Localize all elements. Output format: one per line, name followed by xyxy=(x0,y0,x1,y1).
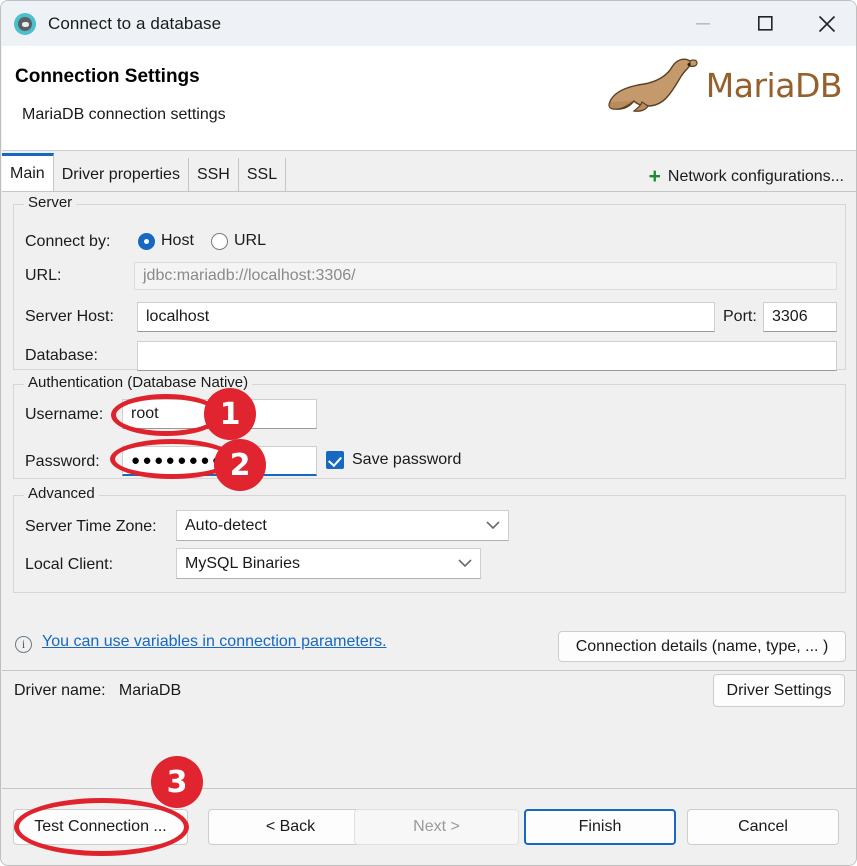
footer-button-bar: Test Connection ... < Back Next > Finish… xyxy=(2,789,856,865)
back-label: < Back xyxy=(265,818,316,835)
chevron-down-icon xyxy=(486,518,500,533)
save-password-label: Save password xyxy=(352,451,462,468)
next-button: Next > xyxy=(354,809,519,845)
tab-ssh-label: SSH xyxy=(196,165,230,183)
server-host-input[interactable]: localhost xyxy=(137,302,715,332)
minimize-icon[interactable] xyxy=(672,1,734,46)
chevron-down-icon-2 xyxy=(458,556,472,571)
tab-ssl[interactable]: SSL xyxy=(238,158,287,191)
connect-to-database-dialog: Connect to a database Connection Setting… xyxy=(0,0,857,866)
info-icon: i xyxy=(15,636,32,653)
database-input[interactable] xyxy=(137,341,837,371)
connection-details-label: Connection details (name, type, ... ) xyxy=(575,637,829,655)
advanced-group: Advanced Server Time Zone: Auto-detect L… xyxy=(13,485,846,593)
tab-driver-properties-label: Driver properties xyxy=(61,165,180,183)
database-label: Database: xyxy=(25,347,98,364)
connect-by-label: Connect by: xyxy=(25,233,111,250)
window-title: Connect to a database xyxy=(48,13,222,33)
local-client-value: MySQL Binaries xyxy=(185,554,300,572)
mariadb-logo-text: MariaDB xyxy=(705,65,843,105)
annotation-badge-3: 3 xyxy=(151,756,203,808)
driver-name-label: Driver name: xyxy=(14,682,106,699)
advanced-group-legend: Advanced xyxy=(24,485,99,502)
dbeaver-beaver-icon xyxy=(14,12,36,35)
server-group-legend: Server xyxy=(24,194,77,211)
tab-ssh[interactable]: SSH xyxy=(188,158,239,191)
port-value: 3306 xyxy=(772,308,808,325)
local-client-select[interactable]: MySQL Binaries xyxy=(176,548,481,579)
network-configurations-link[interactable]: + Network configurations... xyxy=(649,166,844,191)
driver-settings-label: Driver Settings xyxy=(726,681,832,699)
main-tab-content: Server Connect by: Host URL URL: jdbc:ma… xyxy=(2,191,856,675)
server-time-zone-value: Auto-detect xyxy=(185,516,267,534)
port-input[interactable]: 3306 xyxy=(763,302,837,332)
password-label: Password: xyxy=(25,453,100,470)
server-time-zone-label: Server Time Zone: xyxy=(25,518,157,535)
annotation-badge-1-number: 1 xyxy=(219,396,241,432)
tab-main[interactable]: Main xyxy=(2,153,54,191)
local-client-label: Local Client: xyxy=(25,556,114,573)
variables-info-row: i You can use variables in connection pa… xyxy=(2,621,856,671)
dialog-header: Connection Settings MariaDB connection s… xyxy=(2,46,856,151)
tab-ssl-label: SSL xyxy=(246,165,278,183)
username-value: root xyxy=(131,405,159,422)
url-value: jdbc:mariadb://localhost:3306/ xyxy=(143,267,356,284)
tab-main-label: Main xyxy=(10,164,45,182)
window-controls xyxy=(672,1,856,46)
variables-link[interactable]: You can use variables in connection para… xyxy=(42,633,387,651)
server-time-zone-select[interactable]: Auto-detect xyxy=(176,510,509,541)
url-label: URL: xyxy=(25,267,62,284)
password-value: ●●●●●●●● xyxy=(131,452,224,469)
cancel-label: Cancel xyxy=(738,818,788,835)
tab-bar: Main Driver properties SSH SSL + Network… xyxy=(2,153,856,191)
driver-settings-button[interactable]: Driver Settings xyxy=(713,674,845,707)
server-group: Server Connect by: Host URL URL: jdbc:ma… xyxy=(13,194,846,371)
radio-connect-by-url[interactable]: URL xyxy=(211,232,266,250)
test-connection-label: Test Connection ... xyxy=(34,818,167,835)
page-title: Connection Settings xyxy=(15,66,200,87)
radio-connect-by-host[interactable]: Host xyxy=(138,232,194,250)
mariadb-logo: MariaDB xyxy=(604,54,843,116)
connection-details-button[interactable]: Connection details (name, type, ... ) xyxy=(558,631,846,662)
annotation-badge-2: 2 xyxy=(214,439,266,491)
network-configurations-label: Network configurations... xyxy=(667,167,844,185)
checkbox-checked-icon xyxy=(326,451,344,469)
radio-url-icon xyxy=(211,232,228,250)
driver-name-row: Driver name: MariaDB xyxy=(14,682,181,700)
test-connection-button[interactable]: Test Connection ... xyxy=(13,809,188,845)
tab-driver-properties[interactable]: Driver properties xyxy=(53,158,189,191)
finish-label: Finish xyxy=(578,818,622,835)
finish-button[interactable]: Finish xyxy=(524,809,676,845)
save-password-checkbox[interactable]: Save password xyxy=(326,451,461,469)
maximize-icon[interactable] xyxy=(734,1,796,46)
authentication-group-legend: Authentication (Database Native) xyxy=(24,374,253,391)
annotation-badge-1: 1 xyxy=(204,388,256,440)
authentication-group: Authentication (Database Native) Usernam… xyxy=(13,374,846,479)
next-label: Next > xyxy=(413,818,460,835)
annotation-badge-3-number: 3 xyxy=(166,764,188,800)
radio-host-label: Host xyxy=(161,232,194,249)
cancel-button[interactable]: Cancel xyxy=(687,809,839,845)
server-host-value: localhost xyxy=(146,308,210,325)
driver-name-value: MariaDB xyxy=(118,682,182,699)
close-icon[interactable] xyxy=(796,1,856,46)
title-bar: Connect to a database xyxy=(1,1,856,46)
server-host-label: Server Host: xyxy=(25,308,114,325)
back-button[interactable]: < Back xyxy=(208,809,373,845)
port-label: Port: xyxy=(723,308,757,325)
annotation-badge-2-number: 2 xyxy=(229,447,251,483)
username-label: Username: xyxy=(25,406,104,423)
page-subtitle: MariaDB connection settings xyxy=(22,106,226,123)
sea-lion-icon xyxy=(608,58,698,112)
radio-url-label: URL xyxy=(234,232,267,249)
radio-host-icon xyxy=(138,232,155,250)
plus-icon: + xyxy=(648,165,661,188)
url-field: jdbc:mariadb://localhost:3306/ xyxy=(134,262,837,290)
